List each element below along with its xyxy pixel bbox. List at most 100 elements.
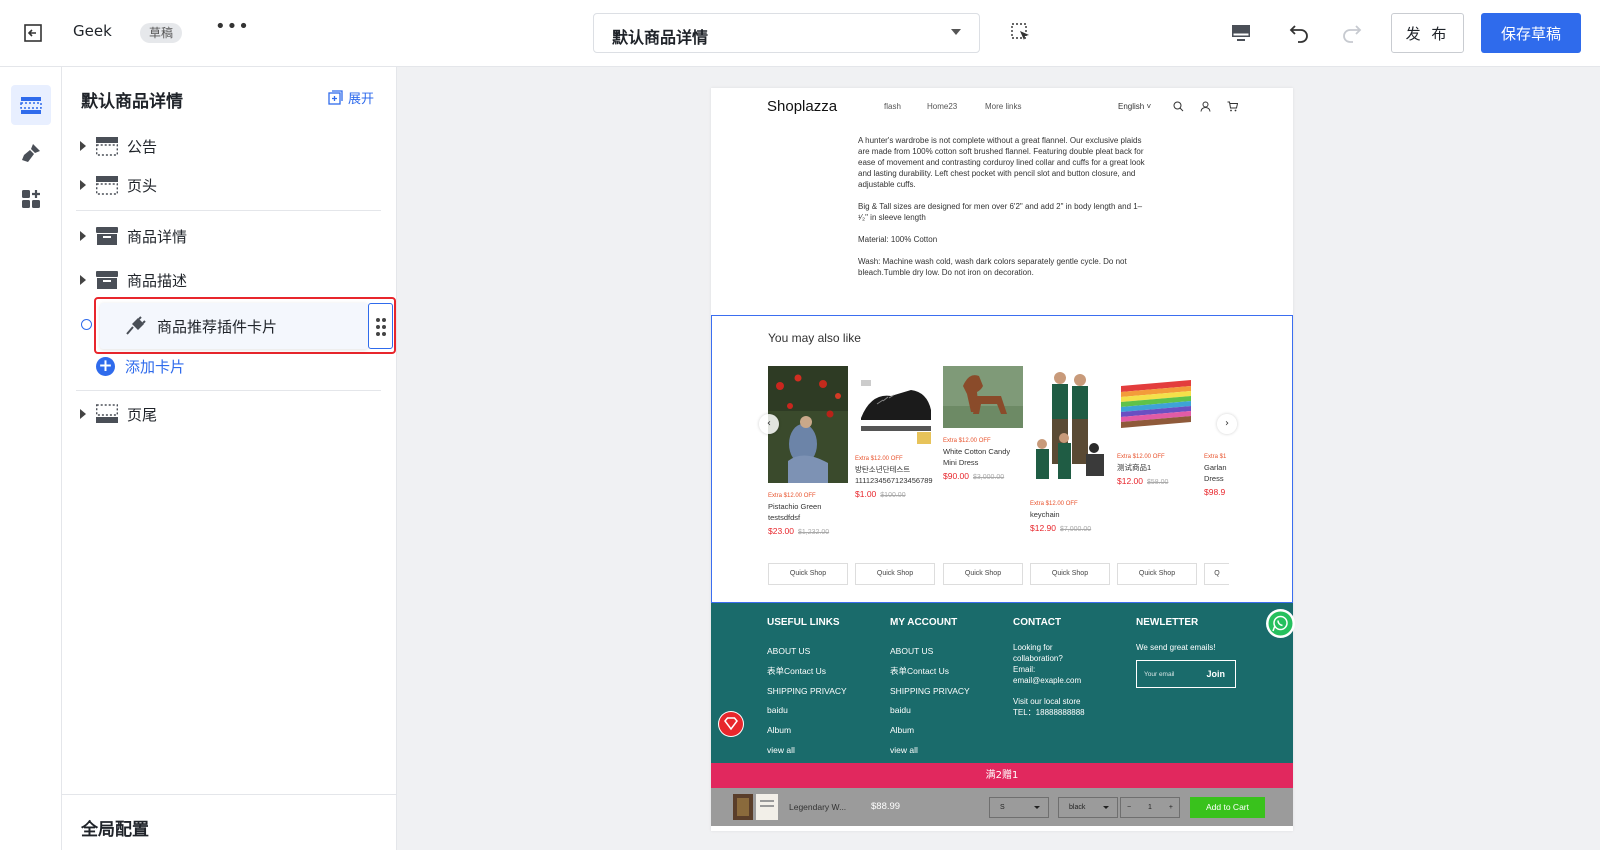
recommend-section[interactable]: You may also like Extra $12.00 OFF Pista…: [711, 315, 1293, 603]
product-price: $98.9: [1204, 487, 1226, 497]
color-select[interactable]: black: [1058, 797, 1118, 818]
quick-shop-button[interactable]: Q: [1204, 563, 1229, 585]
carousel-next-button[interactable]: ›: [1217, 414, 1237, 434]
more-menu-icon[interactable]: •••: [215, 16, 250, 37]
caret-right-icon[interactable]: [80, 231, 86, 241]
price-row: $98.9: [1204, 487, 1229, 497]
product-card[interactable]: Extra $12.00 OFF keychain $12.90 $7,000.0…: [1030, 366, 1110, 533]
sections-tab[interactable]: [11, 85, 51, 125]
quantity-value[interactable]: 1: [1148, 804, 1152, 811]
card-recommend-plugin[interactable]: 商品推荐插件卡片: [100, 303, 368, 349]
tree-item-product-description[interactable]: 商品描述: [76, 267, 187, 293]
product-card[interactable]: Extra $12.00 OFF 测试商品1 $12.00 $58.00: [1117, 366, 1197, 486]
footer-link[interactable]: view all: [767, 741, 847, 761]
footer-heading: CONTACT: [1013, 617, 1062, 628]
product-name: keychain: [1030, 510, 1060, 519]
plugins-tab[interactable]: [11, 179, 51, 219]
undo-icon[interactable]: [1287, 21, 1311, 45]
whatsapp-icon: [1268, 611, 1293, 636]
discount-label: Extra $12.00 OFF: [1117, 454, 1165, 460]
theme-style-tab[interactable]: [11, 133, 51, 173]
caret-right-icon[interactable]: [80, 409, 86, 419]
plus-circle-icon: +: [96, 357, 115, 376]
quantity-increment-button[interactable]: +: [1169, 804, 1173, 811]
product-card[interactable]: Extra $12.00 OFF White Cotton Candy Mini…: [943, 366, 1023, 481]
footer-link[interactable]: Album: [767, 721, 847, 741]
footer-link[interactable]: baidu: [890, 701, 970, 721]
tree-item-announcement[interactable]: 公告: [76, 133, 157, 159]
footer-link[interactable]: ABOUT US: [767, 642, 847, 662]
footer-link[interactable]: Album: [890, 721, 970, 741]
product-price: $1.00: [855, 489, 877, 499]
drop-indicator: [81, 319, 92, 330]
publish-button[interactable]: 发 布: [1391, 13, 1464, 53]
product-name: 测试商品1: [1117, 463, 1152, 472]
original-price: $1,232.00: [798, 529, 830, 536]
quick-shop-button[interactable]: Quick Shop: [768, 563, 848, 585]
footer-heading: USEFUL LINKS: [767, 617, 840, 628]
nav-link[interactable]: More links: [985, 102, 1021, 111]
product-card[interactable]: Extra $12.00 OFF 방탄소년단테스트 11112345671234…: [855, 366, 935, 499]
caret-right-icon[interactable]: [80, 275, 86, 285]
quantity-stepper[interactable]: − 1 +: [1120, 797, 1180, 818]
caret-right-icon[interactable]: [80, 141, 86, 151]
email-input[interactable]: Your email: [1144, 671, 1174, 678]
global-config[interactable]: 全局配置: [62, 794, 397, 850]
language-select[interactable]: English ˅: [1118, 102, 1151, 111]
tree-item-label: 商品详情: [127, 227, 188, 246]
tree-item-footer[interactable]: 页尾: [76, 401, 157, 427]
tree-item-product-detail[interactable]: 商品详情: [76, 223, 187, 249]
redo-icon[interactable]: [1340, 21, 1364, 45]
price-row: $12.90 $7,000.00: [1030, 523, 1110, 533]
element-select-icon[interactable]: [1010, 22, 1032, 44]
carousel-prev-button[interactable]: ‹: [759, 414, 779, 434]
size-select[interactable]: S: [989, 797, 1049, 818]
product-card[interactable]: Extra $12.00 OFF Pistachio Green testsdf…: [768, 366, 848, 536]
quick-shop-button[interactable]: Quick Shop: [1030, 563, 1110, 585]
store-preview: Shoplazza flash Home23 More links Englis…: [711, 88, 1293, 831]
exit-icon[interactable]: [22, 22, 44, 44]
diamond-heart-icon: [719, 712, 743, 736]
expand-button[interactable]: 展开: [328, 88, 374, 107]
discount-label: Extra $12.00 OFF: [768, 493, 816, 499]
store-name: Geek: [73, 22, 112, 40]
footer-link[interactable]: baidu: [767, 701, 847, 721]
template-select[interactable]: 默认商品详情: [593, 13, 980, 53]
footer-link[interactable]: SHIPPING PRIVACY: [890, 682, 970, 702]
store-header: Shoplazza flash Home23 More links Englis…: [711, 88, 1293, 132]
layout-icon: [20, 97, 42, 114]
price-row: $1.00 $100.00: [855, 489, 935, 499]
footer-link[interactable]: view all: [890, 741, 970, 761]
whatsapp-button[interactable]: [1266, 609, 1295, 638]
drag-handle[interactable]: [368, 303, 393, 349]
nav-link[interactable]: flash: [884, 102, 901, 111]
quick-shop-button[interactable]: Quick Shop: [855, 563, 935, 585]
nav-link[interactable]: Home23: [927, 102, 957, 111]
search-icon[interactable]: [1173, 101, 1184, 112]
user-icon[interactable]: [1200, 101, 1211, 112]
email-address[interactable]: email@exaple.com: [1013, 675, 1123, 686]
add-to-cart-button[interactable]: Add to Cart: [1190, 797, 1265, 818]
divider: [76, 210, 381, 211]
cart-icon[interactable]: [1227, 101, 1238, 112]
promo-banner[interactable]: 满2赠1: [711, 763, 1293, 788]
sticky-product-name: Legendary W...: [789, 802, 847, 812]
caret-right-icon[interactable]: [80, 180, 86, 190]
join-button[interactable]: Join: [1206, 669, 1225, 679]
rewards-button[interactable]: [718, 711, 744, 737]
footer-link[interactable]: SHIPPING PRIVACY: [767, 682, 847, 702]
add-card-button[interactable]: + 添加卡片: [96, 356, 185, 377]
product-price: $90.00: [943, 471, 969, 481]
tree-item-header[interactable]: 页头: [76, 172, 157, 198]
quick-shop-button[interactable]: Quick Shop: [1117, 563, 1197, 585]
quantity-decrement-button[interactable]: −: [1127, 804, 1131, 811]
quick-shop-button[interactable]: Quick Shop: [943, 563, 1023, 585]
footer-link[interactable]: 表单Contact Us: [890, 662, 970, 682]
store-logo[interactable]: Shoplazza: [767, 98, 837, 115]
save-draft-button[interactable]: 保存草稿: [1481, 13, 1581, 53]
desktop-preview-icon[interactable]: [1230, 22, 1252, 44]
footer-link[interactable]: ABOUT US: [890, 642, 970, 662]
footer-link[interactable]: 表单Contact Us: [767, 662, 847, 682]
selected-card-highlight: 商品推荐插件卡片: [94, 297, 396, 354]
footer-column-contact: CONTACT Looking for collaboration? Email…: [1013, 617, 1123, 718]
